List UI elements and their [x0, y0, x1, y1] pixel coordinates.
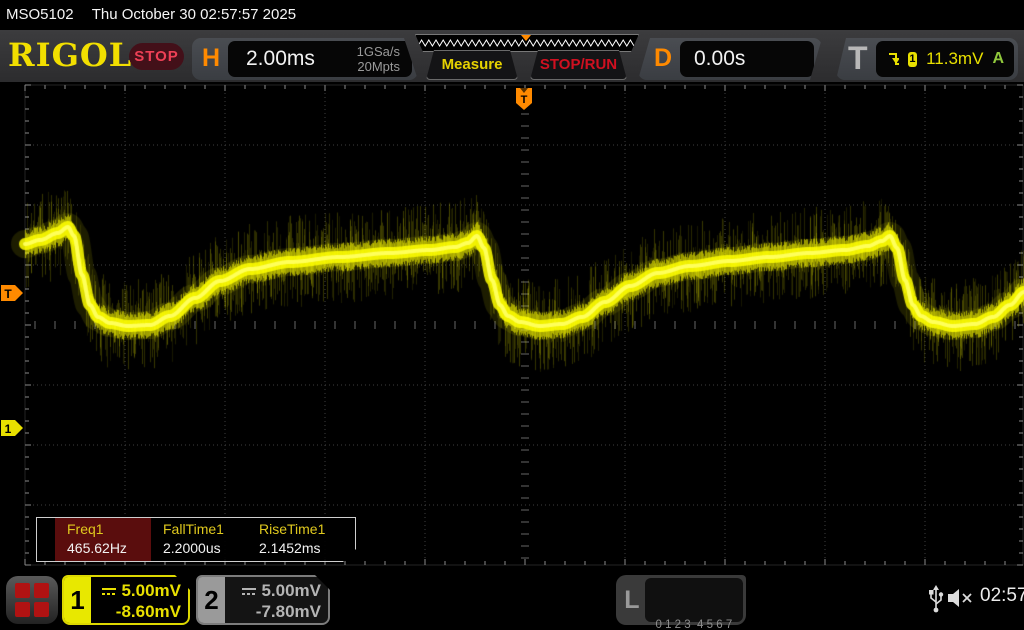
measurement-label: FallTime1 [163, 521, 247, 537]
measurement-value: 2.1452ms [259, 540, 343, 556]
trigger-level-marker[interactable]: T [1, 285, 23, 301]
measurement-falltime[interactable]: FallTime1 2.2000us [151, 518, 247, 561]
measurement-label: Freq1 [67, 521, 151, 537]
channel1-offset-marker[interactable]: 1 [1, 420, 23, 436]
measurement-freq[interactable]: Freq1 465.62Hz [55, 518, 151, 561]
svg-text:1: 1 [5, 422, 12, 436]
oscilloscope-screen: MSO5102 Thu October 30 02:57:57 2025 RIG… [0, 0, 1024, 630]
measurement-risetime[interactable]: RiseTime1 2.1452ms [247, 518, 343, 561]
measurement-label: RiseTime1 [259, 521, 343, 537]
svg-text:T: T [521, 94, 528, 106]
svg-text:T: T [4, 287, 12, 301]
trigger-position-marker[interactable]: T [516, 88, 532, 110]
measurement-value: 2.2000us [163, 540, 247, 556]
measurement-panel[interactable]: Freq1 465.62Hz FallTime1 2.2000us RiseTi… [36, 517, 356, 562]
measurement-value: 465.62Hz [67, 540, 151, 556]
